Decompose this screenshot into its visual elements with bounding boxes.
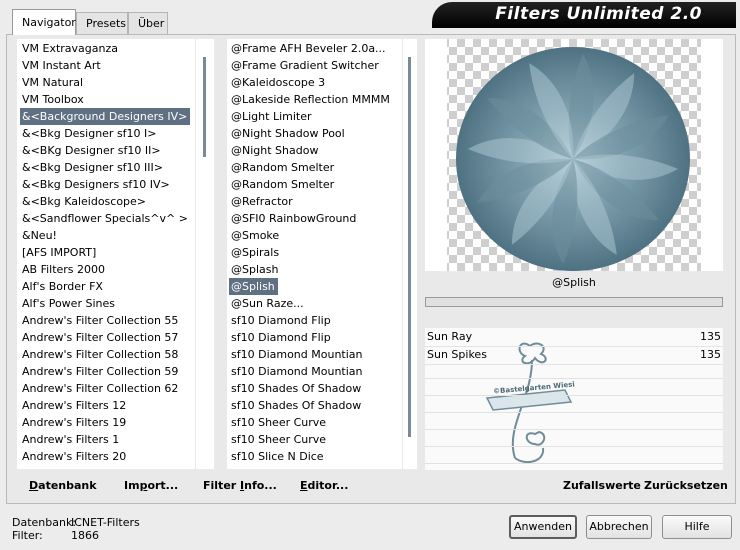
category-item[interactable]: Andrew's Filter Collection 62 xyxy=(20,380,181,397)
filter-item[interactable]: @Splish xyxy=(229,278,278,295)
status-db-value: ICNET-Filters xyxy=(71,516,140,529)
filter-item[interactable]: @Sun Raze... xyxy=(229,295,307,312)
filter-item[interactable]: @Frame Gradient Switcher xyxy=(229,57,382,74)
zuruecksetzen-button[interactable]: Zurücksetzen xyxy=(644,479,728,492)
filter-item[interactable]: @Night Shadow Pool xyxy=(229,125,348,142)
datenbank-button[interactable]: Datenbank xyxy=(29,479,97,492)
category-item[interactable]: &<Background Designers IV> xyxy=(20,108,191,125)
filter-list[interactable]: @Frame AFH Beveler 2.0a... @Frame Gradien… xyxy=(227,39,402,469)
filter-scrollbar-thumb[interactable] xyxy=(408,57,411,437)
param-name: Sun Spikes xyxy=(427,348,487,361)
filter-info-label-pre: Filter xyxy=(203,479,241,492)
category-item[interactable]: Andrew's Filters 20 xyxy=(20,448,129,465)
param-value: 135 xyxy=(700,348,721,361)
filter-scrollbar[interactable] xyxy=(403,39,417,469)
param-row[interactable]: Sun Ray 135 xyxy=(425,329,723,347)
status-db-label: Datenbank: xyxy=(12,516,77,529)
tab-navigator[interactable]: Navigator xyxy=(12,9,76,35)
preview-panel xyxy=(425,39,723,271)
filter-item[interactable]: @Lakeside Reflection MMMM xyxy=(229,91,393,108)
filter-item[interactable]: @Kaleidoscope 3 xyxy=(229,74,328,91)
filter-info-label: nfo... xyxy=(244,479,277,492)
filter-item[interactable]: @Random Smelter xyxy=(229,159,337,176)
category-item[interactable]: &<Bkg Designer sf10 I> xyxy=(20,125,160,142)
filter-item[interactable]: @Spirals xyxy=(229,244,282,261)
filter-item[interactable]: @Splash xyxy=(229,261,281,278)
filter-item[interactable]: sf10 Shades Of Shadow xyxy=(229,397,364,414)
title-bar: Filters Unlimited 2.0 xyxy=(432,2,736,28)
param-name: Sun Ray xyxy=(427,330,473,343)
filter-item[interactable]: sf10 Sheer Curve xyxy=(229,431,329,448)
param-empty-line xyxy=(425,395,723,396)
editor-accel: E xyxy=(300,479,308,492)
editor-button[interactable]: Editor... xyxy=(300,479,348,492)
category-item[interactable]: Andrew's Filters 1 xyxy=(20,431,122,448)
category-item[interactable]: &<Bkg Designer sf10 III> xyxy=(20,159,166,176)
category-item[interactable]: [AFS IMPORT] xyxy=(20,244,99,261)
filter-item[interactable]: @Night Shadow xyxy=(229,142,321,159)
filter-item[interactable]: sf10 Diamond Mountian xyxy=(229,346,366,363)
filter-item[interactable]: sf10 Diamond Flip xyxy=(229,312,334,329)
filter-item[interactable]: sf10 Slice N Dice xyxy=(229,448,327,465)
category-item[interactable]: Andrew's Filters 19 xyxy=(20,414,129,431)
param-empty-line xyxy=(425,429,723,430)
category-item[interactable]: VM Toolbox xyxy=(20,91,87,108)
zufallswerte-button[interactable]: Zufallswerte xyxy=(563,479,641,492)
preview-image xyxy=(447,39,701,271)
param-value: 135 xyxy=(700,330,721,343)
category-item[interactable]: &<Bkg Designers sf10 IV> xyxy=(20,176,173,193)
category-item[interactable]: VM Instant Art xyxy=(20,57,104,74)
editor-label: ditor... xyxy=(307,479,349,492)
category-scrollbar-thumb[interactable] xyxy=(203,57,206,157)
tab-uber[interactable]: Über xyxy=(128,12,168,34)
datenbank-label: atenbank xyxy=(38,479,97,492)
param-empty-line xyxy=(425,446,723,447)
import-button[interactable]: Import... xyxy=(124,479,178,492)
filter-item[interactable]: sf10 Diamond Flip xyxy=(229,329,334,346)
category-item[interactable]: VM Extravaganza xyxy=(20,40,121,57)
tab-presets[interactable]: Presets xyxy=(76,12,128,34)
category-item[interactable]: Andrew's Filter Collection 55 xyxy=(20,312,181,329)
category-item[interactable]: Andrew's Filter Collection 57 xyxy=(20,329,181,346)
category-item[interactable]: Andrew's Filter Collection 58 xyxy=(20,346,181,363)
category-item[interactable]: Andrew's Filters 12 xyxy=(20,397,129,414)
filter-item[interactable]: @Random Smelter xyxy=(229,176,337,193)
filter-item[interactable]: @SFI0 RainbowGround xyxy=(229,210,359,227)
category-item[interactable]: Andrew's Filter Collection 59 xyxy=(20,363,181,380)
category-scrollbar[interactable] xyxy=(196,39,214,469)
filter-item[interactable]: @Frame AFH Beveler 2.0a... xyxy=(229,40,389,57)
category-item[interactable]: Alf's Border FX xyxy=(20,278,106,295)
status-filter-value: 1866 xyxy=(71,529,99,542)
import-label-pre: Im xyxy=(124,479,140,492)
filter-item[interactable]: @Light Limiter xyxy=(229,108,315,125)
app-title: Filters Unlimited 2.0 xyxy=(495,4,702,24)
param-empty-line xyxy=(425,463,723,464)
category-item[interactable]: VM Natural xyxy=(20,74,86,91)
category-item[interactable]: Alf's Power Sines xyxy=(20,295,118,312)
filter-item[interactable]: sf10 Sheer Curve xyxy=(229,414,329,431)
category-item[interactable]: AB Filters 2000 xyxy=(20,261,108,278)
cancel-button[interactable]: Abbrechen xyxy=(586,515,652,539)
import-label: ort... xyxy=(147,479,179,492)
category-item[interactable]: &<BKg Designer sf10 II> xyxy=(20,142,164,159)
status-filter-label: Filter: xyxy=(12,529,43,542)
param-empty-line xyxy=(425,378,723,379)
filter-item[interactable]: @Refractor xyxy=(229,193,296,210)
preview-filter-name: @Splish xyxy=(552,276,596,289)
preview-progress-bar xyxy=(425,297,723,307)
help-button[interactable]: Hilfe xyxy=(662,515,732,539)
category-item[interactable]: &<Sandflower Specials^v^ > xyxy=(20,210,191,227)
filter-item[interactable]: @Smoke xyxy=(229,227,282,244)
category-list[interactable]: VM Extravaganza VM Instant Art VM Natural V… xyxy=(17,39,195,469)
filter-item[interactable]: sf10 Diamond Mountian xyxy=(229,363,366,380)
param-empty-line xyxy=(425,412,723,413)
datenbank-accel: D xyxy=(29,479,39,492)
category-item[interactable]: &Neu! xyxy=(20,227,60,244)
category-item[interactable]: &<Bkg Kaleidoscope> xyxy=(20,193,149,210)
apply-button[interactable]: Anwenden xyxy=(509,515,577,539)
filter-item[interactable]: sf10 Shades Of Shadow xyxy=(229,380,364,397)
filter-info-button[interactable]: Filter Info... xyxy=(203,479,277,492)
param-row[interactable]: Sun Spikes 135 xyxy=(425,347,723,365)
